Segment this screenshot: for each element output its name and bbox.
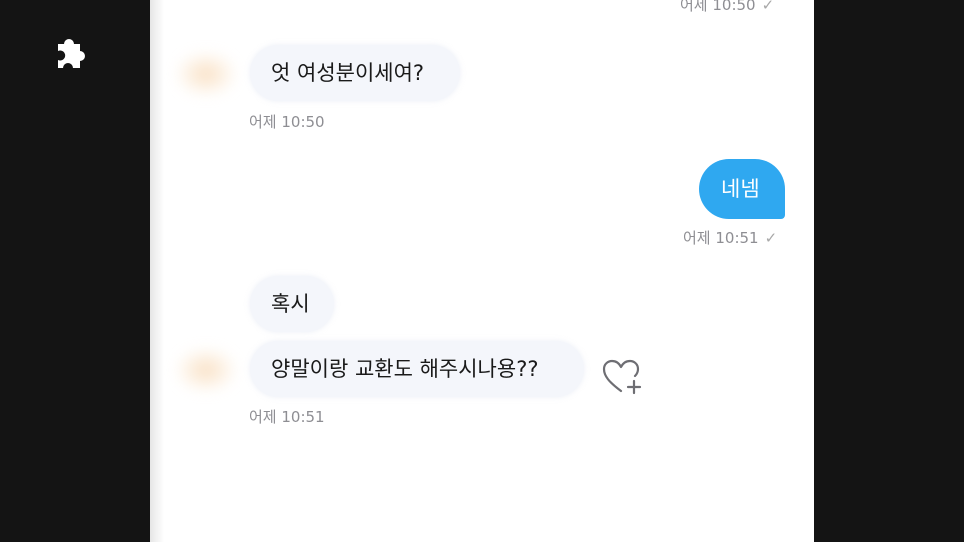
message-bubble-incoming[interactable]: 엇 여성분이세여?: [250, 45, 460, 101]
timestamp-text: 어제 10:50: [680, 0, 756, 14]
message-text: 양말이랑 교환도 해주시나용??: [271, 356, 539, 381]
read-check-icon: ✓: [764, 229, 778, 247]
message-bubble-outgoing[interactable]: 네넴: [699, 159, 785, 219]
avatar[interactable]: [176, 52, 236, 96]
timestamp-text: 어제 10:51: [683, 229, 759, 247]
read-check-icon: ✓: [761, 0, 775, 14]
chat-screen: 어제 10:50 ✓ 엇 여성분이세여? 어제 10:50 네넴 어제 10:51…: [150, 0, 814, 542]
heart-plus-icon[interactable]: [601, 358, 643, 396]
message-text: 혹시: [271, 291, 310, 316]
message-timestamp: 어제 10:51 ✓: [683, 227, 777, 248]
timestamp-text: 어제 10:50: [249, 113, 325, 131]
avatar[interactable]: [176, 348, 236, 392]
message-text: 엇 여성분이세여?: [271, 60, 425, 85]
message-timestamp: 어제 10:50: [249, 111, 325, 132]
message-bubble-incoming[interactable]: 혹시: [250, 276, 334, 332]
puzzle-icon: [50, 32, 90, 72]
message-bubble-incoming[interactable]: 양말이랑 교환도 해주시나용??: [250, 341, 584, 397]
message-timestamp: 어제 10:51: [249, 406, 325, 427]
timestamp-text: 어제 10:51: [249, 408, 325, 426]
message-text: 네넴: [721, 176, 760, 201]
message-timestamp: 어제 10:50 ✓: [680, 0, 774, 15]
